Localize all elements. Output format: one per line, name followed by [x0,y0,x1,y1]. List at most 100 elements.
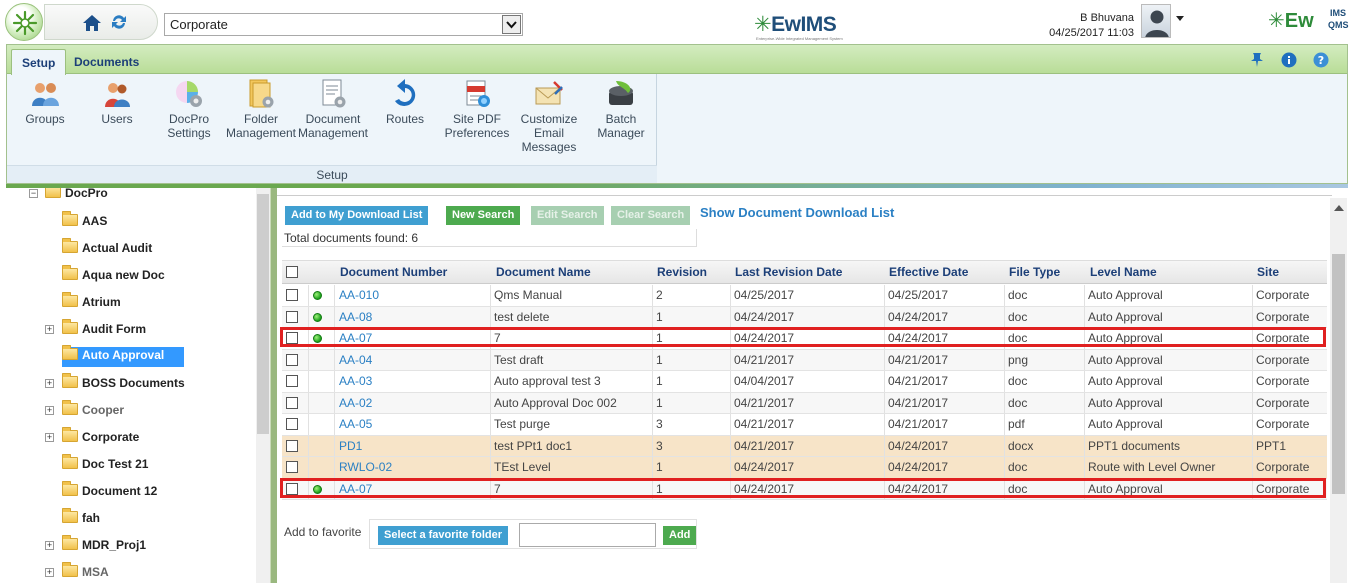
tab-documents[interactable]: Documents [64,49,149,75]
tree-item-fah[interactable]: fah [62,508,100,531]
routes-button[interactable]: Routes [369,79,441,126]
help-icon[interactable]: ? [1313,52,1329,71]
tree-scrollbar[interactable] [256,188,270,583]
site-select[interactable]: Corporate [164,13,523,36]
col-level-name[interactable]: Level Name [1090,265,1157,279]
expand-icon[interactable]: + [45,433,54,442]
row-checkbox[interactable] [286,353,298,366]
cell-divider [490,392,491,413]
row-checkbox[interactable] [286,418,298,430]
col-revision[interactable]: Revision [657,265,707,279]
tree-item-atrium[interactable]: Atrium [62,292,121,315]
cell-doc-number[interactable]: AA-02 [339,396,372,410]
cell-doc-number[interactable]: AA-04 [339,353,372,367]
main-scrollbar[interactable] [1330,198,1347,583]
tree-item-msa[interactable]: + MSA [45,562,109,583]
expand-icon[interactable]: + [45,541,54,550]
table-row[interactable]: AA-08 test delete 1 04/24/2017 04/24/2017 doc… [282,306,1327,328]
folder-management-button[interactable]: Folder Management [225,79,297,140]
panel-splitter[interactable] [270,188,277,583]
groups-button[interactable]: Groups [9,79,81,126]
expand-icon[interactable]: + [45,379,54,388]
col-effective-date[interactable]: Effective Date [889,265,968,279]
docpro-settings-button[interactable]: DocPro Settings [153,79,225,140]
users-button[interactable]: Users [81,79,153,126]
expand-icon[interactable]: + [45,406,54,415]
user-menu-caret-icon[interactable] [1176,16,1184,21]
table-row[interactable]: AA-02 Auto Approval Doc 002 1 04/21/2017 04/… [282,392,1327,414]
tree-item-mdr-proj1[interactable]: + MDR_Proj1 [45,535,146,558]
col-last-revision-date[interactable]: Last Revision Date [735,265,842,279]
new-search-button[interactable]: New Search [446,206,521,225]
cell-doc-number[interactable]: RWLO-02 [339,460,392,474]
tree-item-aas[interactable]: AAS [62,211,107,234]
expand-icon[interactable]: + [45,568,54,577]
table-row[interactable]: RWLO-02 TEst Level 1 04/24/2017 04/24/2017 do… [282,457,1327,479]
col-file-type[interactable]: File Type [1009,265,1060,279]
table-row[interactable]: PD1 test PPt1 doc1 3 04/21/2017 04/24/2017 do… [282,435,1327,457]
tree-item-doc-test-21[interactable]: Doc Test 21 [62,454,148,477]
row-checkbox[interactable] [286,289,298,301]
tree-item-corporate[interactable]: + Corporate [45,427,139,450]
cell-doc-number[interactable]: AA-010 [339,288,379,302]
tree-item-docpro[interactable]: − DocPro [29,188,108,206]
document-management-button[interactable]: Document Management [297,79,369,140]
tree-item-cooper[interactable]: + Cooper [45,400,124,423]
row-checkbox[interactable] [286,396,298,409]
cell-last-revision-date: 04/25/2017 [734,288,795,302]
cell-doc-number[interactable]: AA-08 [339,310,372,324]
scroll-up-icon[interactable] [1334,205,1344,211]
table-row[interactable]: AA-010 Qms Manual 2 04/25/2017 04/25/2017 doc… [282,285,1327,307]
col-document-number[interactable]: Document Number [340,265,447,279]
cell-file-type: doc [1008,288,1028,302]
select-all-checkbox[interactable] [286,266,298,278]
cell-doc-number[interactable]: AA-05 [339,417,372,431]
batch-manager-button[interactable]: Batch Manager [585,79,657,140]
tree-item-actual-audit[interactable]: Actual Audit [62,238,152,261]
tree-item-document-12[interactable]: Document 12 [62,481,157,504]
show-download-list-link[interactable]: Show Document Download List [700,205,894,220]
collapse-icon[interactable]: − [29,189,38,198]
row-checkbox[interactable] [286,310,298,323]
tree-item-aqua-new-doc[interactable]: Aqua new Doc [62,265,165,288]
tree-item-auto-approval[interactable]: Auto Approval [62,345,185,367]
clear-search-button[interactable]: Clear Search [611,206,691,225]
home-icon[interactable] [81,12,103,37]
cell-divider [308,435,309,456]
site-pdf-preferences-button[interactable]: Site PDF Preferences [441,79,513,140]
table-row[interactable]: AA-05 Test purge 3 04/21/2017 04/21/2017 pdf A… [282,414,1327,436]
row-checkbox[interactable] [286,439,298,452]
main-scrollbar-thumb[interactable] [1332,254,1345,494]
table-row[interactable]: AA-03 Auto approval test 3 1 04/04/2017 04/2… [282,371,1327,393]
tree-item-audit-form[interactable]: + Audit Form [45,319,146,342]
row-checkbox[interactable] [286,461,298,473]
cell-doc-number[interactable]: PD1 [339,439,362,453]
edit-search-button[interactable]: Edit Search [531,206,604,225]
app-logo-icon[interactable] [5,3,43,41]
avatar[interactable] [1141,4,1171,38]
tree-scrollbar-thumb[interactable] [257,194,269,434]
favorite-folder-input[interactable] [519,523,656,547]
add-to-download-list-button[interactable]: Add to My Download List [285,206,429,225]
expand-icon[interactable]: + [45,325,54,334]
cell-divider [334,457,335,478]
add-favorite-button[interactable]: Add [663,526,697,545]
select-favorite-folder-button[interactable]: Select a favorite folder [378,526,508,545]
customize-email-messages-button[interactable]: Customize Email Messages [513,79,585,154]
cell-doc-number[interactable]: AA-03 [339,374,372,388]
cell-divider [1252,371,1253,392]
refresh-icon[interactable] [109,12,129,35]
cell-doc-name: test delete [494,309,550,324]
col-document-name[interactable]: Document Name [496,265,591,279]
cell-divider [490,285,491,306]
row-checkbox[interactable] [286,375,298,387]
chevron-down-icon[interactable] [502,15,521,34]
document-management-icon [318,79,348,109]
info-icon[interactable] [1281,52,1297,71]
tree-item-boss-documents[interactable]: + BOSS Documents [45,373,185,396]
tab-setup[interactable]: Setup [11,49,67,75]
table-row[interactable]: AA-04 Test draft 1 04/21/2017 04/21/2017 png A… [282,349,1327,371]
col-site[interactable]: Site [1257,265,1279,279]
cell-doc-name: Test purge [494,417,551,431]
pin-icon[interactable] [1250,52,1264,71]
